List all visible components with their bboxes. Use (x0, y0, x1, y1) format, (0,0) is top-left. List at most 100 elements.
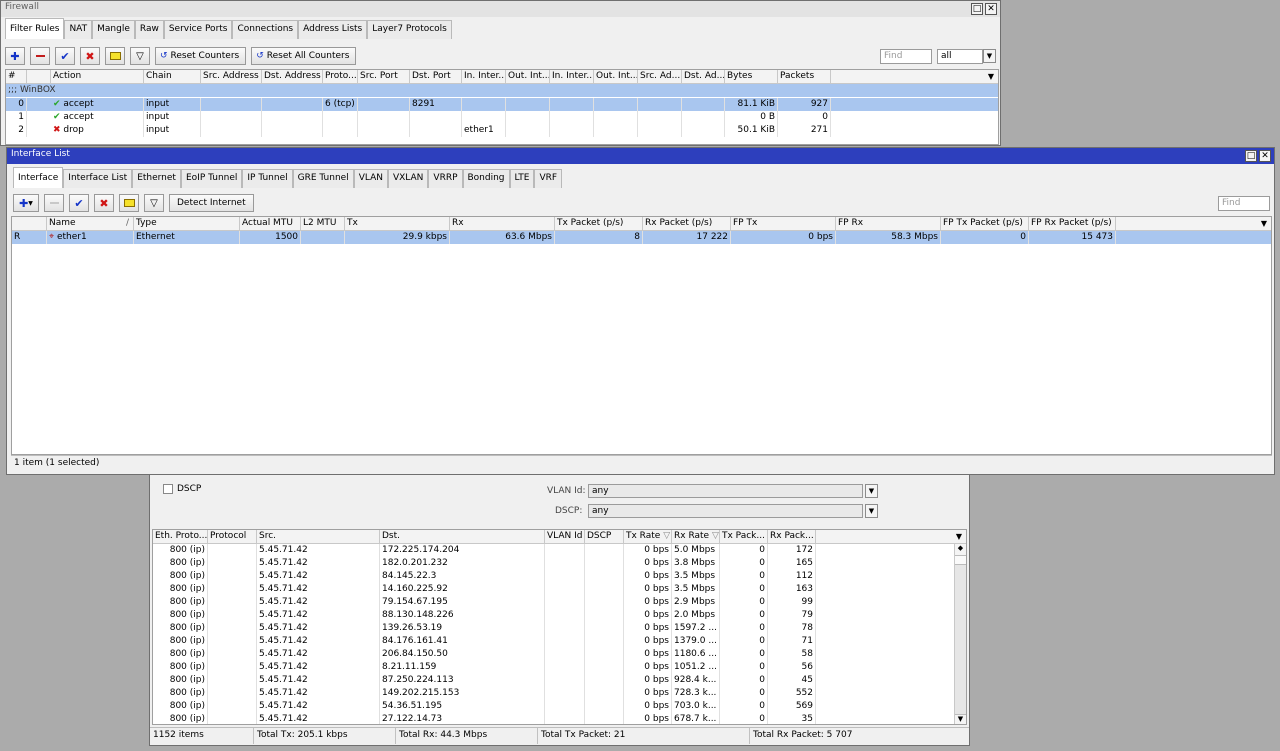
col-tx-rate[interactable]: Tx Rate ▽ (624, 530, 672, 544)
col-dst-address-list[interactable]: Dst. Ad... (682, 70, 725, 84)
disable-button[interactable]: ✖ (80, 47, 100, 65)
table-row[interactable]: 800 (ip) 5.45.71.42 88.130.148.226 0 bps 2.0… (153, 609, 966, 622)
col-src[interactable]: Src. (257, 530, 380, 544)
table-row[interactable]: 800 (ip) 5.45.71.42 14.160.225.92 0 bps 3.5 … (153, 583, 966, 596)
tab-address-lists[interactable]: Address Lists (298, 20, 368, 39)
enable-button[interactable]: ✔ (55, 47, 75, 65)
col-actual-mtu[interactable]: Actual MTU (240, 217, 301, 231)
col-bytes[interactable]: Bytes (725, 70, 778, 84)
tab-layer7-protocols[interactable]: Layer7 Protocols (367, 20, 452, 39)
table-row[interactable]: 800 (ip) 5.45.71.42 79.154.67.195 0 bps 2.9 … (153, 596, 966, 609)
col-fp-rx-packet[interactable]: FP Rx Packet (p/s) (1029, 217, 1116, 231)
table-row[interactable]: 800 (ip) 5.45.71.42 54.36.51.195 0 bps 703.0… (153, 700, 966, 713)
add-button[interactable]: ✚ (5, 47, 25, 65)
tab-vrrp[interactable]: VRRP (428, 169, 463, 188)
table-row[interactable]: 800 (ip) 5.45.71.42 182.0.201.232 0 bps 3.8 … (153, 557, 966, 570)
tab-mangle[interactable]: Mangle (92, 20, 135, 39)
table-row[interactable]: 800 (ip) 5.45.71.42 8.21.11.159 0 bps 1051.2… (153, 661, 966, 674)
col-rx-rate[interactable]: Rx Rate ▽ (672, 530, 720, 544)
col-l2-mtu[interactable]: L2 MTU (301, 217, 345, 231)
find-input[interactable]: Find (880, 49, 932, 64)
col-src-port[interactable]: Src. Port (358, 70, 410, 84)
tab-interface-list[interactable]: Interface List (63, 169, 133, 188)
col-rx-packets[interactable]: Rx Pack... (768, 530, 816, 544)
table-row[interactable]: 800 (ip) 5.45.71.42 84.145.22.3 0 bps 3.5 Mb… (153, 570, 966, 583)
table-row[interactable]: 800 (ip) 5.45.71.42 27.122.14.73 0 bps 678.7… (153, 713, 966, 724)
detect-internet-button[interactable]: Detect Internet (169, 194, 254, 212)
col-eth-proto[interactable]: Eth. Proto... (153, 530, 208, 544)
col-action[interactable]: Action (51, 70, 144, 84)
tab-filter-rules[interactable]: Filter Rules (5, 18, 65, 39)
table-row[interactable]: 0 ✔ accept input 6 (tcp) 8291 81.1 KiB 9… (6, 98, 998, 111)
col-tx-packets[interactable]: Tx Pack... (720, 530, 768, 544)
remove-button[interactable] (44, 194, 64, 212)
tab-service-ports[interactable]: Service Ports (163, 20, 233, 39)
scroll-thumb[interactable] (955, 556, 966, 565)
scroll-up-icon[interactable]: ◆ (955, 544, 966, 556)
tab-gre-tunnel[interactable]: GRE Tunnel (292, 169, 354, 188)
table-row[interactable]: 800 (ip) 5.45.71.42 139.26.53.19 0 bps 1597.… (153, 622, 966, 635)
vlan-id-field[interactable]: any (588, 484, 863, 498)
table-row[interactable]: 800 (ip) 5.45.71.42 206.84.150.50 0 bps 1180… (153, 648, 966, 661)
col-dscp[interactable]: DSCP (585, 530, 624, 544)
col-flags[interactable] (12, 217, 47, 231)
columns-menu-icon[interactable]: ▼ (984, 70, 998, 84)
tab-ethernet[interactable]: Ethernet (132, 169, 181, 188)
chevron-down-icon[interactable]: ▼ (983, 49, 996, 63)
maximize-icon[interactable]: □ (971, 3, 983, 15)
filter-button[interactable]: ▽ (130, 47, 150, 65)
table-row[interactable]: 800 (ip) 5.45.71.42 87.250.224.113 0 bps 928… (153, 674, 966, 687)
filter-button[interactable]: ▽ (144, 194, 164, 212)
col-out-interface[interactable]: Out. Int... (506, 70, 550, 84)
tab-raw[interactable]: Raw (134, 20, 164, 39)
tab-lte[interactable]: LTE (509, 169, 535, 188)
col-fp-rx[interactable]: FP Rx (836, 217, 941, 231)
col-chain[interactable]: Chain (144, 70, 201, 84)
reset-counters-button[interactable]: ↺ Reset Counters (155, 47, 247, 65)
tab-vlan[interactable]: VLAN (353, 169, 388, 188)
tab-connections[interactable]: Connections (232, 20, 299, 39)
col-num[interactable]: # (6, 70, 27, 84)
enable-button[interactable]: ✔ (69, 194, 89, 212)
filter-select[interactable]: all (937, 49, 983, 64)
col-dst[interactable]: Dst. (380, 530, 545, 544)
col-src-address-list[interactable]: Src. Ad... (638, 70, 682, 84)
columns-menu-icon[interactable]: ▼ (952, 530, 966, 544)
table-row[interactable]: R ⌖ ether1 Ethernet 1500 29.9 kbps 63.6 … (12, 231, 1271, 244)
tab-eoip-tunnel[interactable]: EoIP Tunnel (180, 169, 243, 188)
col-rx-packet[interactable]: Rx Packet (p/s) (643, 217, 731, 231)
disable-button[interactable]: ✖ (94, 194, 114, 212)
close-icon[interactable]: ✕ (1259, 150, 1271, 162)
dscp-field[interactable]: any (588, 504, 863, 518)
col-in-interface-list[interactable]: In. Inter... (550, 70, 594, 84)
comment-button[interactable] (105, 47, 125, 65)
close-icon[interactable]: ✕ (985, 3, 997, 15)
tab-vxlan[interactable]: VXLAN (387, 169, 429, 188)
interface-list-titlebar[interactable]: Interface List □ ✕ (7, 148, 1274, 164)
col-proto[interactable]: Proto... (323, 70, 358, 84)
col-type[interactable]: Type (134, 217, 240, 231)
chevron-down-icon[interactable]: ▼ (865, 484, 878, 498)
remove-button[interactable] (30, 47, 50, 65)
col-name[interactable]: Name / (47, 217, 134, 231)
add-menu-button[interactable]: ✚ ▼ (13, 194, 39, 212)
col-tx-packet[interactable]: Tx Packet (p/s) (555, 217, 643, 231)
table-row[interactable]: 1 ✔ accept input 0 B 0 (6, 111, 998, 124)
group-comment-row[interactable]: ;;; WinBOX (6, 84, 998, 97)
tab-ip-tunnel[interactable]: IP Tunnel (242, 169, 293, 188)
table-row[interactable]: 800 (ip) 5.45.71.42 84.176.161.41 0 bps 1379… (153, 635, 966, 648)
tab-vrf[interactable]: VRF (534, 169, 563, 188)
table-row[interactable]: 800 (ip) 5.45.71.42 172.225.174.204 0 bps 5.… (153, 544, 966, 557)
col-rx[interactable]: Rx (450, 217, 555, 231)
col-tx[interactable]: Tx (345, 217, 450, 231)
chevron-down-icon[interactable]: ▼ (865, 504, 878, 518)
col-dst-address[interactable]: Dst. Address (262, 70, 323, 84)
columns-menu-icon[interactable]: ▼ (1257, 217, 1271, 231)
col-blank[interactable] (27, 70, 51, 84)
col-out-interface-list[interactable]: Out. Int... (594, 70, 638, 84)
table-row[interactable]: 800 (ip) 5.45.71.42 149.202.215.153 0 bps 72… (153, 687, 966, 700)
tab-bonding[interactable]: Bonding (462, 169, 510, 188)
scroll-down-icon[interactable]: ▼ (955, 714, 966, 724)
col-protocol[interactable]: Protocol (208, 530, 257, 544)
col-dst-port[interactable]: Dst. Port (410, 70, 462, 84)
